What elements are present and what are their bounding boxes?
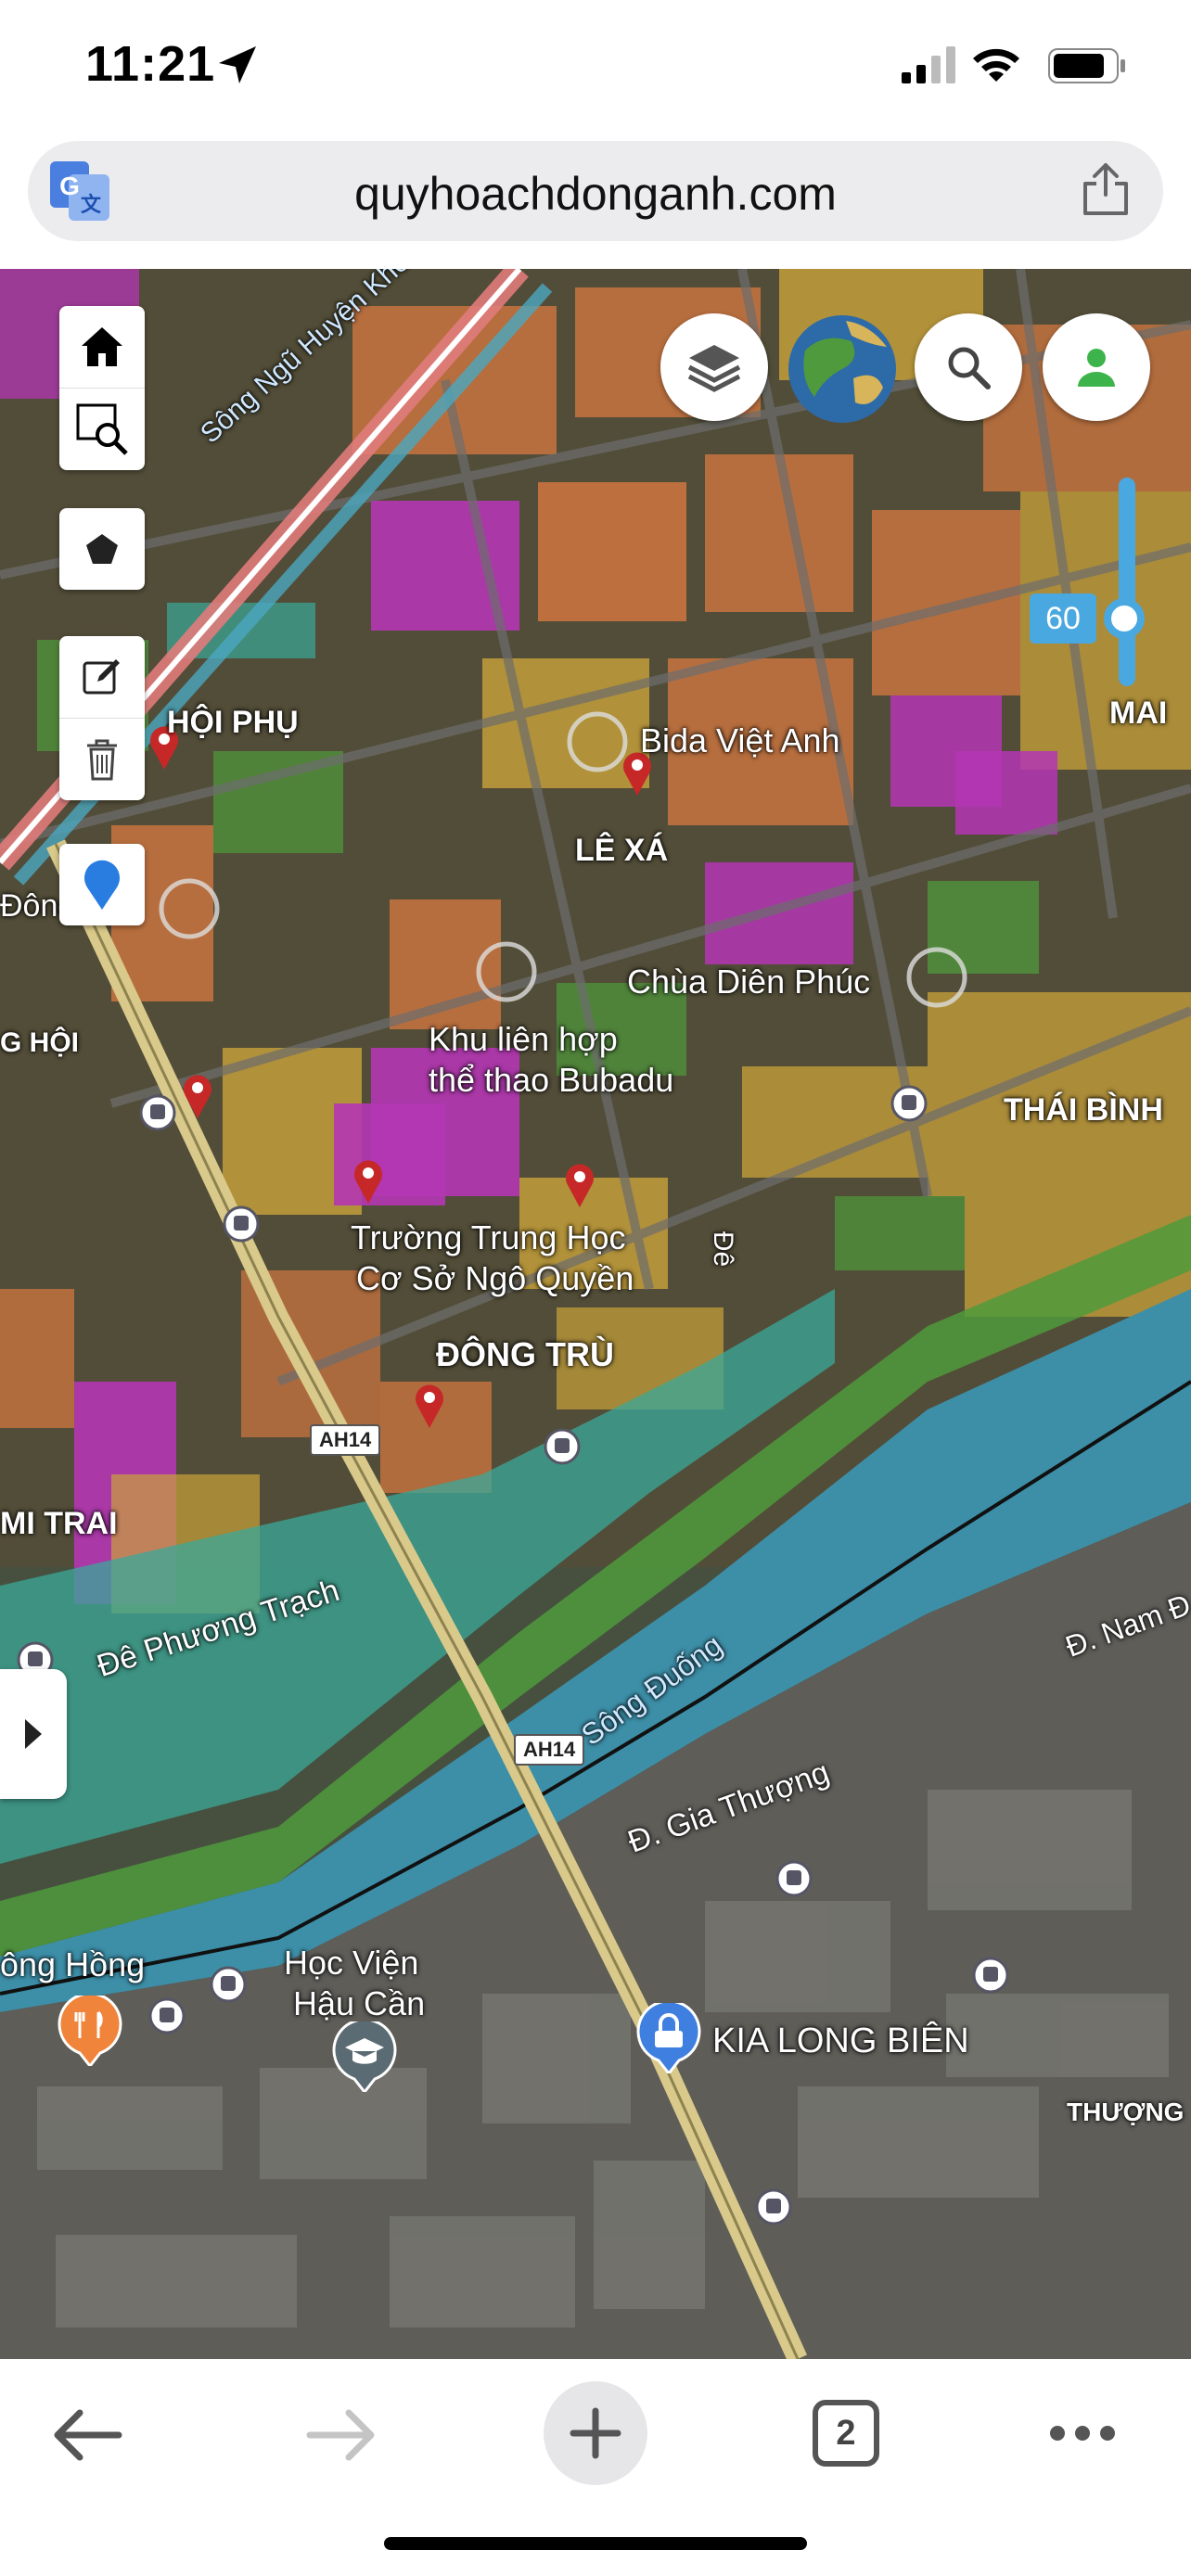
bus-stop-icon[interactable] (755, 2188, 792, 2225)
side-panel-toggle[interactable] (0, 1669, 67, 1799)
map-pin[interactable] (564, 1161, 596, 1207)
map-pin[interactable] (352, 1157, 384, 1204)
toolbar-marker (59, 844, 145, 925)
bus-stop-icon[interactable] (148, 1997, 186, 2034)
battery-icon (1048, 48, 1125, 83)
search-icon (948, 347, 991, 389)
plus-icon (570, 2407, 621, 2459)
delete-button[interactable] (59, 719, 145, 800)
label-truong-1: Trường Trung Học (351, 1218, 626, 1256)
edit-icon (83, 659, 120, 695)
label-mi-trai: MI TRAI (0, 1506, 118, 1541)
bus-stop-icon[interactable] (972, 1957, 1009, 1994)
bus-stop-icon[interactable] (139, 1094, 176, 1131)
globe-icon (788, 315, 896, 423)
map-pin[interactable] (182, 1072, 213, 1118)
toolbar-nav (59, 306, 145, 470)
status-bar: 11:21 (0, 0, 1191, 139)
opacity-slider-value: 60 (1030, 593, 1096, 644)
label-thai-binh: THÁI BÌNH (1004, 1092, 1163, 1128)
zoom-select-button[interactable] (59, 389, 145, 470)
label-song-hong: ông Hồng (0, 1945, 146, 1983)
trash-icon (87, 739, 117, 781)
wifi-icon (973, 48, 1019, 82)
polygon-icon (86, 534, 118, 564)
label-mai: MAI (1109, 695, 1168, 731)
label-bida-viet-anh: Bida Việt Anh (640, 721, 840, 759)
toolbar-polygon (59, 508, 145, 590)
label-de: Đê (708, 1231, 739, 1268)
bus-stop-icon[interactable] (890, 1085, 928, 1122)
restaurant-icon[interactable] (58, 1996, 122, 2066)
bus-stop-icon[interactable] (544, 1428, 581, 1465)
school-icon[interactable] (332, 2021, 397, 2092)
opacity-slider-track[interactable] (1119, 478, 1135, 686)
home-indicator (384, 2537, 807, 2550)
bus-stop-icon[interactable] (775, 1860, 813, 1897)
add-marker-button[interactable] (59, 844, 145, 925)
label-dong-tru: ĐÔNG TRÙ (436, 1335, 614, 1373)
car-dealer-icon[interactable] (636, 2003, 701, 2073)
status-time: 11:21 (85, 36, 216, 92)
user-icon (1078, 349, 1115, 387)
home-button[interactable] (59, 306, 145, 389)
search-button[interactable] (915, 313, 1022, 421)
map-pin[interactable] (414, 1382, 445, 1428)
label-hoc-vien-2: Hậu Cần (293, 1984, 426, 2022)
share-icon[interactable] (1080, 161, 1132, 217)
basemap-globe-button[interactable] (787, 313, 898, 425)
user-button[interactable] (1043, 313, 1150, 421)
zoom-select-icon (76, 403, 128, 455)
tabs-button[interactable]: 2 (813, 2400, 879, 2467)
label-g-hoi: G HỘI (0, 1027, 80, 1058)
edit-button[interactable] (59, 636, 145, 719)
url-text[interactable]: quyhoachdonganh.com (28, 167, 1163, 221)
chevron-right-icon (25, 1719, 42, 1749)
location-pin-icon (84, 860, 120, 910)
label-kia-long-bien: KIA LONG BIÊN (712, 2021, 969, 2060)
label-hoc-vien-1: Học Viện (284, 1944, 419, 1982)
label-le-xa: LÊ XÁ (575, 833, 669, 868)
home-icon (82, 327, 122, 366)
layers-button[interactable] (660, 313, 768, 421)
map-view[interactable]: Sông Ngũ Huyện Khê HỘI PHỤ Bida Việt Anh… (0, 269, 1191, 2359)
bus-stop-icon[interactable] (223, 1205, 260, 1243)
forward-icon[interactable] (304, 2407, 378, 2463)
tab-count: 2 (836, 2413, 856, 2453)
location-arrow-icon (219, 46, 256, 83)
road-sign-ah14: AH14 (310, 1424, 381, 1456)
signal-icon (902, 46, 955, 83)
opacity-slider-knob[interactable] (1104, 598, 1145, 639)
bus-stop-icon[interactable] (210, 1966, 247, 2003)
more-icon[interactable] (1048, 2424, 1117, 2442)
map-base[interactable] (0, 269, 1191, 2359)
toolbar-edit (59, 636, 145, 800)
layers-icon (687, 345, 741, 392)
label-khu-lien-hop-1: Khu liên hợp (429, 1020, 618, 1058)
road-sign-ah14: AH14 (514, 1734, 585, 1766)
new-tab-button[interactable] (544, 2381, 647, 2485)
label-thuong: THƯỢNG (1067, 2098, 1185, 2126)
draw-polygon-button[interactable] (59, 508, 145, 590)
label-truong-2: Cơ Sở Ngô Quyền (356, 1259, 634, 1297)
label-khu-lien-hop-2: thể thao Bubadu (429, 1061, 674, 1099)
label-chua-dien-phuc: Chùa Diên Phúc (627, 963, 871, 1001)
label-hoi-phu: HỘI PHỤ (167, 705, 299, 740)
url-bar[interactable]: G 文 quyhoachdonganh.com (28, 141, 1163, 241)
back-icon[interactable] (50, 2407, 124, 2463)
